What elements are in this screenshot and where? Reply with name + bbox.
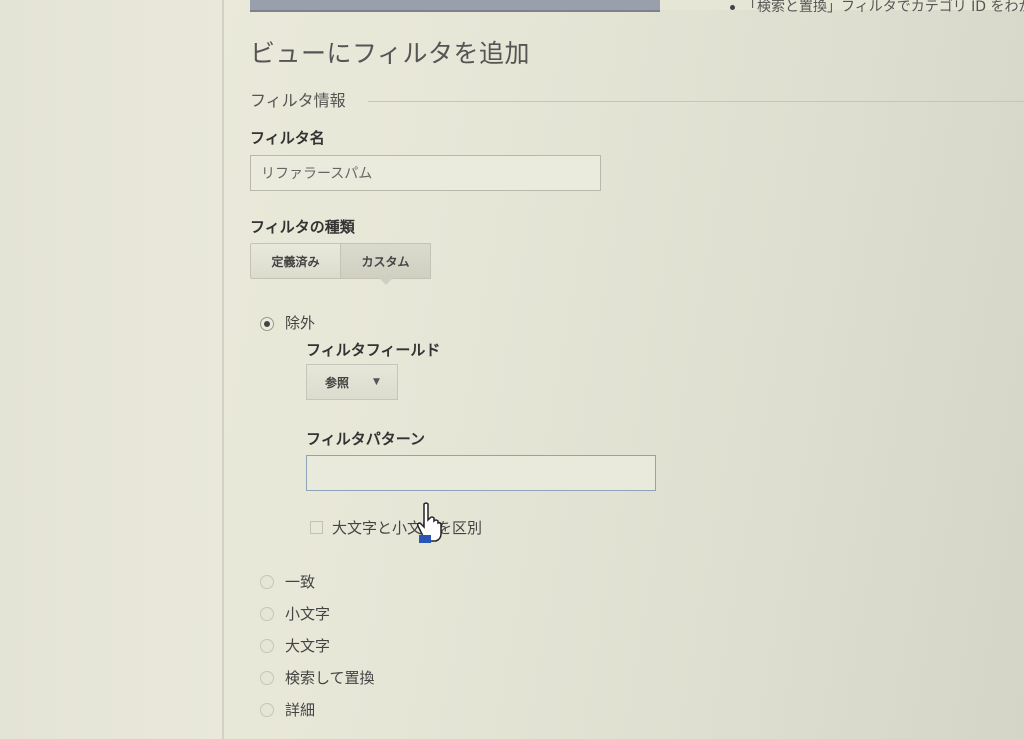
panel-divider xyxy=(222,0,224,739)
page-title: ビューにフィルタを追加 xyxy=(250,39,531,68)
case-sensitive-label: 大文字と小文字を区別 xyxy=(332,519,483,537)
bullet-icon xyxy=(730,4,735,10)
radio-advanced[interactable] xyxy=(260,703,274,717)
filter-field-value: 参照 xyxy=(325,375,350,390)
filter-name-label: フィルタ名 xyxy=(250,129,325,147)
radio-uppercase-label: 大文字 xyxy=(285,637,331,655)
filter-type-tabs: 定義済み カスタム xyxy=(250,243,431,285)
filter-field-dropdown[interactable]: 参照 ▼ xyxy=(306,364,398,400)
radio-exclude-label: 除外 xyxy=(285,314,316,332)
hand-cursor-icon xyxy=(417,502,442,543)
radio-lowercase[interactable] xyxy=(260,607,274,621)
top-scroll-bar[interactable] xyxy=(250,0,660,12)
filter-field-label: フィルタフィールド xyxy=(306,341,441,359)
section-label-filter-info: フィルタ情報 xyxy=(250,91,346,110)
radio-match-label: 一致 xyxy=(285,573,316,591)
radio-uppercase[interactable] xyxy=(260,639,274,653)
help-note: 「検索と置換」フィルタでカテゴリ ID をわか xyxy=(730,0,1024,16)
tab-predefined[interactable]: 定義済み xyxy=(250,243,341,279)
left-panel xyxy=(0,0,222,739)
tab-custom[interactable]: カスタム xyxy=(341,243,431,285)
radio-advanced-label: 詳細 xyxy=(285,701,316,719)
section-divider xyxy=(368,101,1024,102)
radio-search-replace-label: 検索して置換 xyxy=(285,669,375,687)
filter-pattern-label: フィルタパターン xyxy=(306,430,425,448)
filter-name-input[interactable] xyxy=(250,155,601,191)
radio-search-replace[interactable] xyxy=(260,671,274,685)
help-note-text: 「検索と置換」フィルタでカテゴリ ID をわか xyxy=(743,0,1024,15)
filter-type-label: フィルタの種類 xyxy=(250,218,355,236)
chevron-down-icon: ▼ xyxy=(373,377,380,387)
case-sensitive-checkbox[interactable] xyxy=(310,521,323,534)
radio-exclude[interactable] xyxy=(260,317,274,331)
radio-match[interactable] xyxy=(260,575,274,589)
filter-pattern-input[interactable] xyxy=(306,455,656,491)
radio-lowercase-label: 小文字 xyxy=(285,605,331,623)
